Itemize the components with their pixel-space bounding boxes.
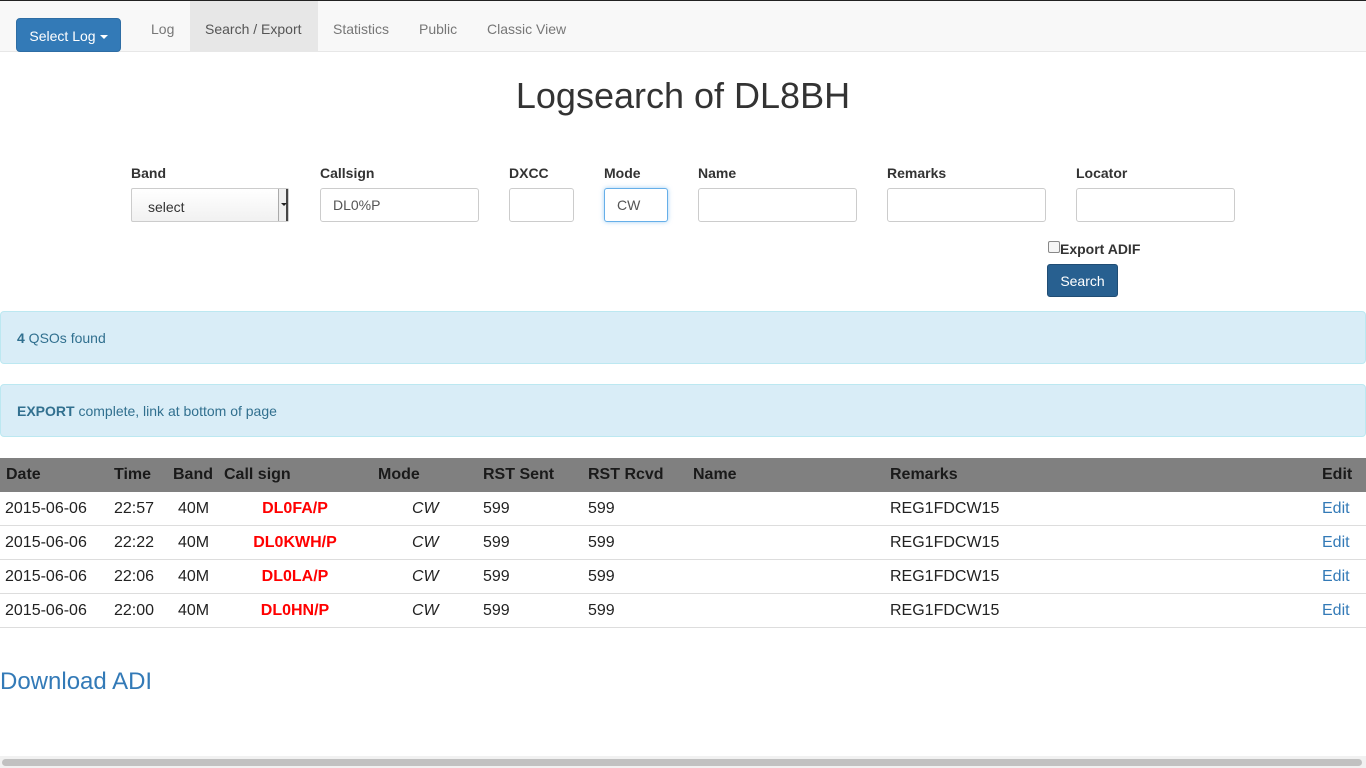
scrollbar-thumb[interactable]	[2, 759, 1362, 766]
dropdown-arrow-icon	[278, 189, 288, 221]
table-row: 2015-06-06 22:22 40M DL0KWH/P CW 599 599…	[0, 526, 1366, 560]
cell-rst-rcvd: 599	[588, 568, 615, 585]
cell-rst-rcvd: 599	[588, 602, 615, 619]
dxcc-label: DXCC	[509, 165, 549, 181]
cell-date: 2015-06-06	[5, 534, 87, 551]
cell-band: 40M	[178, 568, 210, 585]
cell-date: 2015-06-06	[5, 602, 87, 619]
col-header-band: Band	[173, 466, 213, 483]
col-header-rst-sent: RST Sent	[483, 466, 555, 483]
cell-remarks: REG1FDCW15	[890, 568, 1000, 585]
edit-link[interactable]: Edit	[1322, 492, 1350, 526]
cell-remarks: REG1FDCW15	[890, 500, 1000, 517]
remarks-input[interactable]	[887, 188, 1046, 222]
band-select[interactable]: select	[131, 188, 289, 222]
cell-remarks: REG1FDCW15	[890, 602, 1000, 619]
edit-link[interactable]: Edit	[1322, 526, 1350, 560]
cell-rst-sent: 599	[483, 568, 510, 585]
cell-callsign: DL0LA/P	[261, 568, 329, 585]
export-adif-checkbox[interactable]	[1048, 241, 1060, 253]
cell-rst-sent: 599	[483, 602, 510, 619]
band-select-value: select	[148, 199, 185, 215]
nav-item-classic-view[interactable]: Classic View	[472, 1, 581, 52]
dxcc-input[interactable]	[509, 188, 574, 222]
cell-callsign: DL0KWH/P	[253, 534, 337, 551]
cell-date: 2015-06-06	[5, 568, 87, 585]
nav-item-public[interactable]: Public	[404, 1, 472, 52]
name-label: Name	[698, 165, 737, 181]
navbar: Select Log Log Search / Export Statistic…	[0, 0, 1366, 52]
cell-mode: CW	[412, 534, 439, 551]
export-status-strong: EXPORT	[17, 403, 75, 419]
search-button[interactable]: Search	[1047, 264, 1118, 297]
cell-rst-rcvd: 599	[588, 534, 615, 551]
mode-label: Mode	[604, 165, 641, 181]
table-row: 2015-06-06 22:06 40M DL0LA/P CW 599 599 …	[0, 560, 1366, 594]
cell-band: 40M	[178, 602, 210, 619]
export-status-text: complete, link at bottom of page	[74, 403, 277, 419]
caret-down-icon	[99, 35, 108, 40]
cell-mode: CW	[412, 500, 439, 517]
cell-date: 2015-06-06	[5, 500, 87, 517]
col-header-mode: Mode	[378, 466, 420, 483]
qso-count-text: QSOs found	[24, 330, 106, 346]
cell-remarks: REG1FDCW15	[890, 534, 1000, 551]
callsign-input[interactable]	[320, 188, 479, 222]
cell-rst-rcvd: 599	[588, 500, 615, 517]
callsign-label: Callsign	[320, 165, 375, 181]
table-row: 2015-06-06 22:57 40M DL0FA/P CW 599 599 …	[0, 492, 1366, 526]
cell-time: 22:06	[114, 568, 155, 585]
name-input[interactable]	[698, 188, 857, 222]
col-header-remarks: Remarks	[890, 466, 958, 483]
export-status-alert: EXPORT complete, link at bottom of page	[0, 384, 1366, 437]
col-header-callsign: Call sign	[224, 466, 291, 483]
page-title: Logsearch of DL8BH	[515, 75, 851, 116]
horizontal-scrollbar[interactable]	[0, 756, 1366, 768]
cell-mode: CW	[412, 568, 439, 585]
qso-count-alert: 4 QSOs found	[0, 311, 1366, 364]
col-header-date: Date	[6, 466, 41, 483]
cell-band: 40M	[178, 500, 210, 517]
table-row: 2015-06-06 22:00 40M DL0HN/P CW 599 599 …	[0, 594, 1366, 628]
nav-item-search-export[interactable]: Search / Export	[190, 1, 318, 52]
col-header-name: Name	[693, 466, 737, 483]
cell-time: 22:57	[114, 500, 155, 517]
cell-rst-sent: 599	[483, 500, 510, 517]
cell-mode: CW	[412, 602, 439, 619]
band-label: Band	[131, 165, 166, 181]
col-header-edit: Edit	[1322, 466, 1353, 483]
results-table-header: Date Time Band Call sign Mode RST Sent R…	[0, 458, 1366, 492]
cell-time: 22:22	[114, 534, 155, 551]
locator-label: Locator	[1076, 165, 1128, 181]
remarks-label: Remarks	[887, 165, 947, 181]
edit-link[interactable]: Edit	[1322, 560, 1350, 594]
cell-band: 40M	[178, 534, 210, 551]
qso-count: 4	[17, 330, 25, 346]
locator-input[interactable]	[1076, 188, 1235, 222]
export-adif-label: Export ADIF	[1060, 241, 1141, 257]
select-log-dropdown-button[interactable]: Select Log	[16, 18, 121, 52]
nav-item-statistics[interactable]: Statistics	[318, 1, 404, 52]
cell-callsign: DL0FA/P	[262, 500, 328, 517]
col-header-time: Time	[114, 466, 152, 483]
select-log-label: Select Log	[29, 28, 96, 44]
cell-rst-sent: 599	[483, 534, 510, 551]
nav-item-log[interactable]: Log	[136, 1, 189, 52]
mode-input[interactable]	[604, 188, 668, 222]
col-header-rst-rcvd: RST Rcvd	[588, 466, 664, 483]
cell-callsign: DL0HN/P	[260, 602, 330, 619]
edit-link[interactable]: Edit	[1322, 594, 1350, 628]
download-adi-link[interactable]: Download ADI	[0, 667, 152, 697]
cell-time: 22:00	[114, 602, 155, 619]
